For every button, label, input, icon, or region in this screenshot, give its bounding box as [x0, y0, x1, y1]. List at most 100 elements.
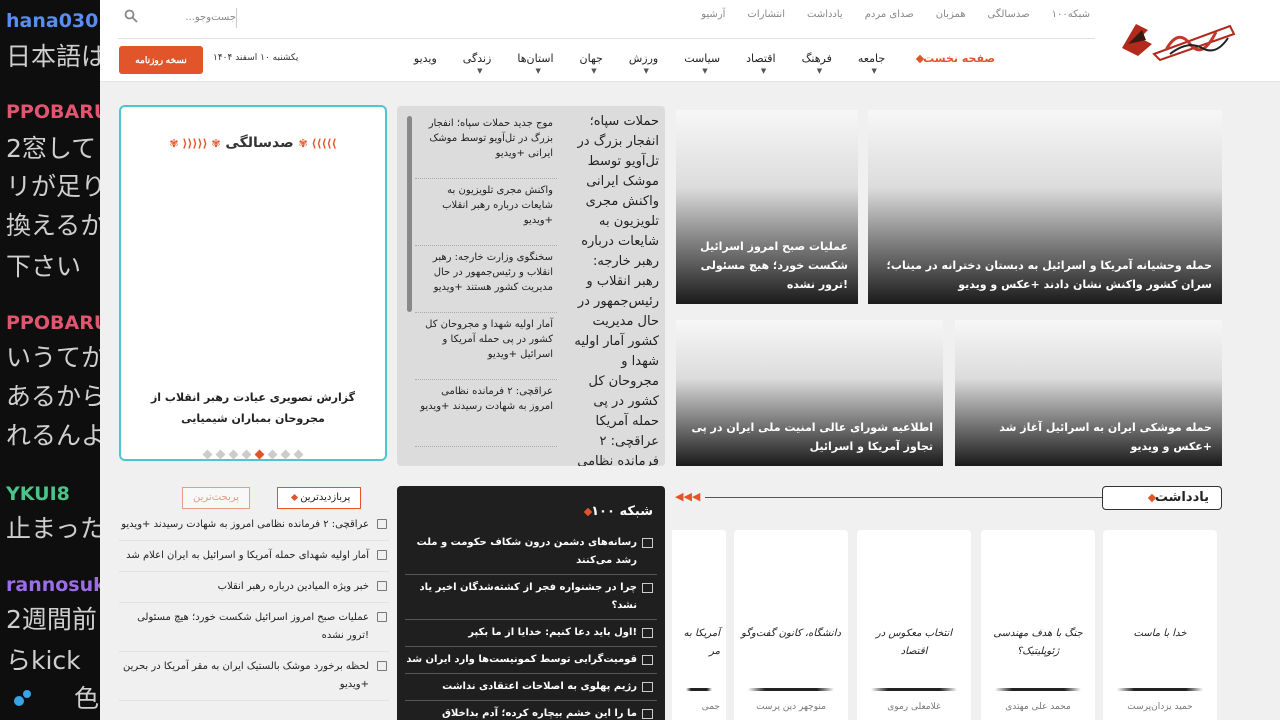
- search-area: جست‌وجو...: [124, 9, 236, 26]
- list-item[interactable]: قومیت‌گرایی توسط کمونیست‌ها وارد ایران ش…: [405, 647, 657, 674]
- nav-item-economy[interactable]: اقتصاد ▼: [746, 52, 776, 75]
- top-link-centenary[interactable]: صدسالگی: [988, 9, 1030, 20]
- list-item[interactable]: عراقچی: ۲ فرمانده نظامی امروز به شهادت ر…: [119, 510, 389, 541]
- search-input[interactable]: جست‌وجو...: [156, 12, 236, 23]
- daily-edition-button[interactable]: نسخه روزنامه: [119, 46, 203, 74]
- list-item-text: رژیم پهلوی به اصلاحات اعتقادی نداشت: [442, 681, 637, 692]
- list-item[interactable]: لحظه برخورد موشک بالستیک ایران به مقر آم…: [119, 652, 389, 701]
- nav-item-life[interactable]: زندگی ▼: [463, 52, 492, 75]
- hero-card[interactable]: حمله موشکی ایران به اسرائیل آغاز شد +عکس…: [955, 320, 1222, 466]
- shabake-title-text: شبکه ۱۰۰: [591, 504, 653, 519]
- video-icon: [642, 655, 653, 665]
- ticker-item[interactable]: موج جدید حملات سپاه؛ انفجار بزرگ در تل‌آ…: [415, 112, 557, 179]
- list-item[interactable]: آمار اولیه شهدای حمله آمریکا و اسرائیل ب…: [119, 541, 389, 572]
- chat-message: いうてか: [6, 343, 100, 372]
- top-link-publications[interactable]: انتشارات: [747, 9, 785, 20]
- carousel-dot-active[interactable]: [254, 449, 265, 460]
- video-icon: [377, 550, 387, 560]
- list-item-text: عملیات صبح امروز اسرائیل شکست خورد؛ هیچ …: [137, 612, 369, 641]
- ticker-item[interactable]: واکنش مجری تلویزیون به شایعات درباره رهب…: [415, 179, 557, 246]
- nav-item-culture[interactable]: فرهنگ ▼: [802, 52, 832, 75]
- carousel-dot[interactable]: [215, 449, 226, 460]
- nav-item-sports[interactable]: ورزش ▼: [629, 52, 658, 75]
- tab-label: پربازدیدترین: [300, 492, 351, 503]
- hero-card[interactable]: عملیات صبح امروز اسرائیل شکست خورد؛ هیچ …: [676, 110, 858, 304]
- ornament-icon: ✾ ⟩⟩⟩⟩⟩ ✾: [169, 137, 221, 150]
- note-card[interactable]: انتخاب معکوس در اقتصاد غلامعلی رموی: [857, 530, 971, 720]
- diamond-icon: [290, 493, 299, 502]
- shabake-list: رسانه‌های دشمن درون شکاف حکومت و ملت رشد…: [405, 530, 657, 720]
- shabake-100-box: شبکه ۱۰۰ رسانه‌های دشمن درون شکاف حکومت …: [397, 486, 665, 720]
- nav-label: جهان: [579, 52, 603, 65]
- divider: [995, 688, 1081, 691]
- chat-message: 2週間前: [6, 605, 97, 634]
- chat-message: 日本語は: [6, 42, 100, 71]
- list-item[interactable]: اول باید دعا کنیم: خدایا از ما بکپر!: [405, 620, 657, 647]
- hero-caption: حمله موشکی ایران به اسرائیل آغاز شد +عکس…: [999, 421, 1212, 453]
- note-card[interactable]: جنگ با هدف مهندسی ژئوپلیتیک؟ محمد علی مه…: [981, 530, 1095, 720]
- scrollbar[interactable]: [407, 116, 412, 312]
- centenary-title-text: صدسالگی: [225, 135, 294, 151]
- video-icon: [377, 581, 387, 591]
- top-link-people-voice[interactable]: صدای مردم: [865, 9, 914, 20]
- chat-message: 色: [74, 684, 100, 713]
- ticker-item[interactable]: آمار اولیه شهدا و مجروحان کل کشور در پی …: [415, 313, 557, 380]
- nav-label: استان‌ها: [517, 52, 554, 65]
- notes-title[interactable]: یادداشت: [1102, 486, 1222, 510]
- hero-card[interactable]: حمله وحشیانه آمریکا و اسرائیل به دبستان …: [868, 110, 1222, 304]
- site-logo[interactable]: [1118, 14, 1242, 64]
- top-link-shabake100[interactable]: شبکه۱۰۰: [1052, 9, 1090, 20]
- top-link-hamzaban[interactable]: همزبان: [936, 9, 966, 20]
- divider: [686, 688, 712, 691]
- list-item-text: خبر ویژه المیادین درباره رهبر انقلاب: [217, 581, 369, 592]
- top-links: شبکه۱۰۰ صدسالگی همزبان صدای مردم یادداشت…: [701, 9, 1090, 20]
- note-card[interactable]: دانشگاه، کانون گفت‌وگو منوچهر دین پرست: [734, 530, 848, 720]
- chat-message: あるから: [6, 382, 100, 411]
- site-header: جست‌وجو... شبکه۱۰۰ صدسالگی همزبان صدای م…: [100, 0, 1280, 82]
- video-icon: [642, 583, 653, 593]
- main-nav: صفحه نخست جامعه ▼ فرهنگ ▼ اقتصاد ▼ سیاست ▼ و…: [414, 52, 995, 75]
- top-link-archive[interactable]: آرشیو: [701, 9, 725, 20]
- carousel-dot[interactable]: [228, 449, 239, 460]
- ornament-icon: ✾ ⟨⟨⟨⟨⟨: [298, 137, 337, 150]
- divider: [748, 688, 834, 691]
- current-date: یکشنبه ۱۰ اسفند ۱۴۰۴: [213, 53, 299, 63]
- hero-caption: حمله وحشیانه آمریکا و اسرائیل به دبستان …: [886, 259, 1212, 291]
- carousel-dot[interactable]: [241, 449, 252, 460]
- list-item[interactable]: رسانه‌های دشمن درون شکاف حکومت و ملت رشد…: [405, 530, 657, 575]
- carousel-dot[interactable]: [267, 449, 278, 460]
- nav-item-politics[interactable]: سیاست ▼: [684, 52, 720, 75]
- list-item[interactable]: رژیم پهلوی به اصلاحات اعتقادی نداشت: [405, 674, 657, 701]
- nav-item-world[interactable]: جهان ▼: [579, 52, 603, 75]
- carousel-dot[interactable]: [293, 449, 304, 460]
- list-item[interactable]: عملیات صبح امروز اسرائیل شکست خورد؛ هیچ …: [119, 603, 389, 652]
- tab-most-discussed[interactable]: پربحث‌ترین: [182, 487, 251, 509]
- video-icon: [642, 538, 653, 548]
- top-link-notes[interactable]: یادداشت: [807, 9, 843, 20]
- ticker-scrolling-text[interactable]: حملات سپاه؛ انفجار بزرگ در تل‌آویو توسط …: [571, 112, 659, 466]
- nav-item-society[interactable]: جامعه ▼: [858, 52, 885, 75]
- nav-label: اقتصاد: [746, 52, 776, 65]
- carousel-dot[interactable]: [280, 449, 291, 460]
- hero-card[interactable]: اطلاعیه شورای عالی امنیت ملی ایران در پی…: [676, 320, 943, 466]
- ticker-item[interactable]: عراقچی: ۲ فرمانده نظامی امروز به شهادت ر…: [415, 380, 557, 447]
- note-author: منوچهر دین پرست: [756, 702, 826, 712]
- note-title: انتخاب معکوس در اقتصاد: [875, 628, 953, 657]
- ticker-item[interactable]: سخنگوی وزارت خارجه: رهبر انقلاب و رئیس‌ج…: [415, 246, 557, 313]
- centenary-box[interactable]: ✾ ⟩⟩⟩⟩⟩ ✾ صدسالگی ✾ ⟨⟨⟨⟨⟨ گزارش تصویری ع…: [119, 105, 387, 461]
- list-item[interactable]: خبر ویژه المیادین درباره رهبر انقلاب: [119, 572, 389, 603]
- news-page: جست‌وجو... شبکه۱۰۰ صدسالگی همزبان صدای م…: [100, 0, 1280, 720]
- note-card[interactable]: خدا با ماست حمید یزدان‌پرست: [1103, 530, 1217, 720]
- notes-title-text: یادداشت: [1154, 490, 1209, 505]
- nav-item-home[interactable]: صفحه نخست: [911, 52, 995, 65]
- carousel-dot[interactable]: [202, 449, 213, 460]
- note-card[interactable]: آمریکا به مر جمی: [672, 530, 726, 720]
- list-item[interactable]: چرا در جشنواره فجر از کشته‌شدگان اخیر یا…: [405, 575, 657, 620]
- ticker-list: موج جدید حملات سپاه؛ انفجار بزرگ در تل‌آ…: [415, 112, 557, 447]
- nav-item-provinces[interactable]: استان‌ها ▼: [517, 52, 554, 75]
- nav-item-video[interactable]: ویدیو: [414, 52, 437, 65]
- divider: [236, 8, 237, 28]
- search-icon[interactable]: [124, 9, 138, 26]
- list-item[interactable]: ما را این خشم بیچاره کرده؛ آدم بداخلاق م…: [405, 701, 657, 720]
- tab-most-viewed[interactable]: پربازدیدترین: [277, 487, 362, 509]
